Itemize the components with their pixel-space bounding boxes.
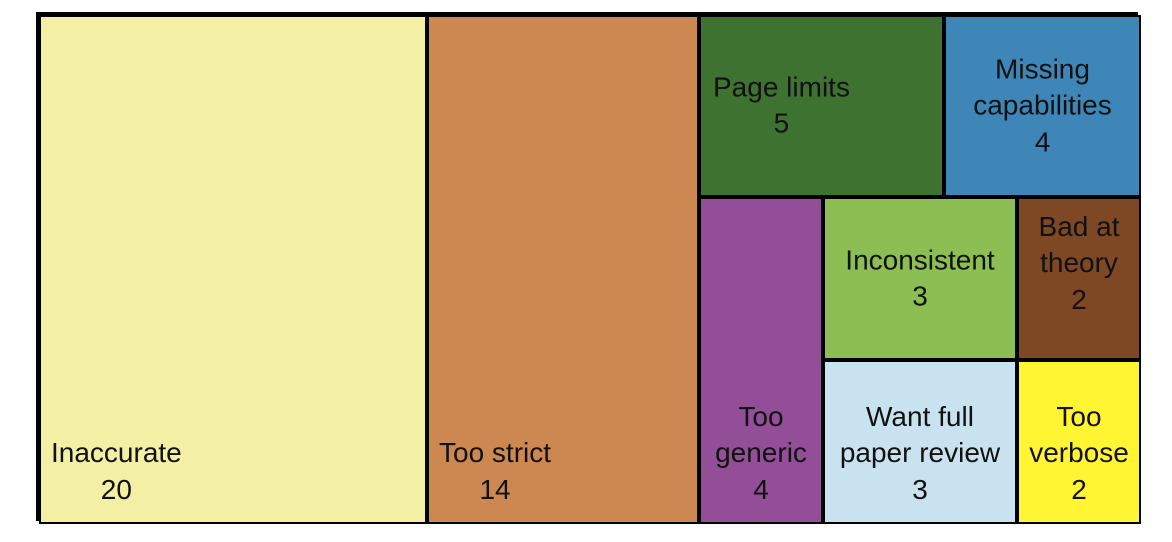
treemap-cell: Too generic 4: [699, 197, 823, 524]
treemap-cell-label: Bad at theory 2: [1039, 209, 1120, 318]
treemap-cell: Inconsistent 3: [823, 197, 1017, 360]
treemap-cell: Missing capabilities 4: [944, 15, 1141, 197]
treemap-cell-label: Inaccurate 20: [51, 435, 182, 508]
treemap-cell-label: Too generic 4: [715, 399, 807, 508]
treemap-chart: Inaccurate 20 Too strict 14 Page limits 5 M…: [0, 0, 1172, 542]
treemap-cell: Too strict 14: [427, 15, 699, 524]
treemap-cell-label: Inconsistent 3: [845, 242, 994, 315]
treemap-cell: Bad at theory 2: [1017, 197, 1141, 360]
treemap-cell-label: Missing capabilities 4: [973, 51, 1112, 160]
treemap-cell: Want full paper review 3: [823, 360, 1017, 524]
treemap-stage: Inaccurate 20 Too strict 14 Page limits 5 M…: [36, 12, 1138, 521]
treemap-cell-label: Too verbose 2: [1029, 399, 1129, 508]
treemap-cell-label: Page limits 5: [713, 70, 850, 143]
treemap-cell: Page limits 5: [699, 15, 944, 197]
treemap-cell-label: Want full paper review 3: [840, 399, 1000, 508]
treemap-cell: Too verbose 2: [1017, 360, 1141, 524]
treemap-cell: Inaccurate 20: [39, 15, 427, 524]
treemap-cell-label: Too strict 14: [439, 435, 551, 508]
